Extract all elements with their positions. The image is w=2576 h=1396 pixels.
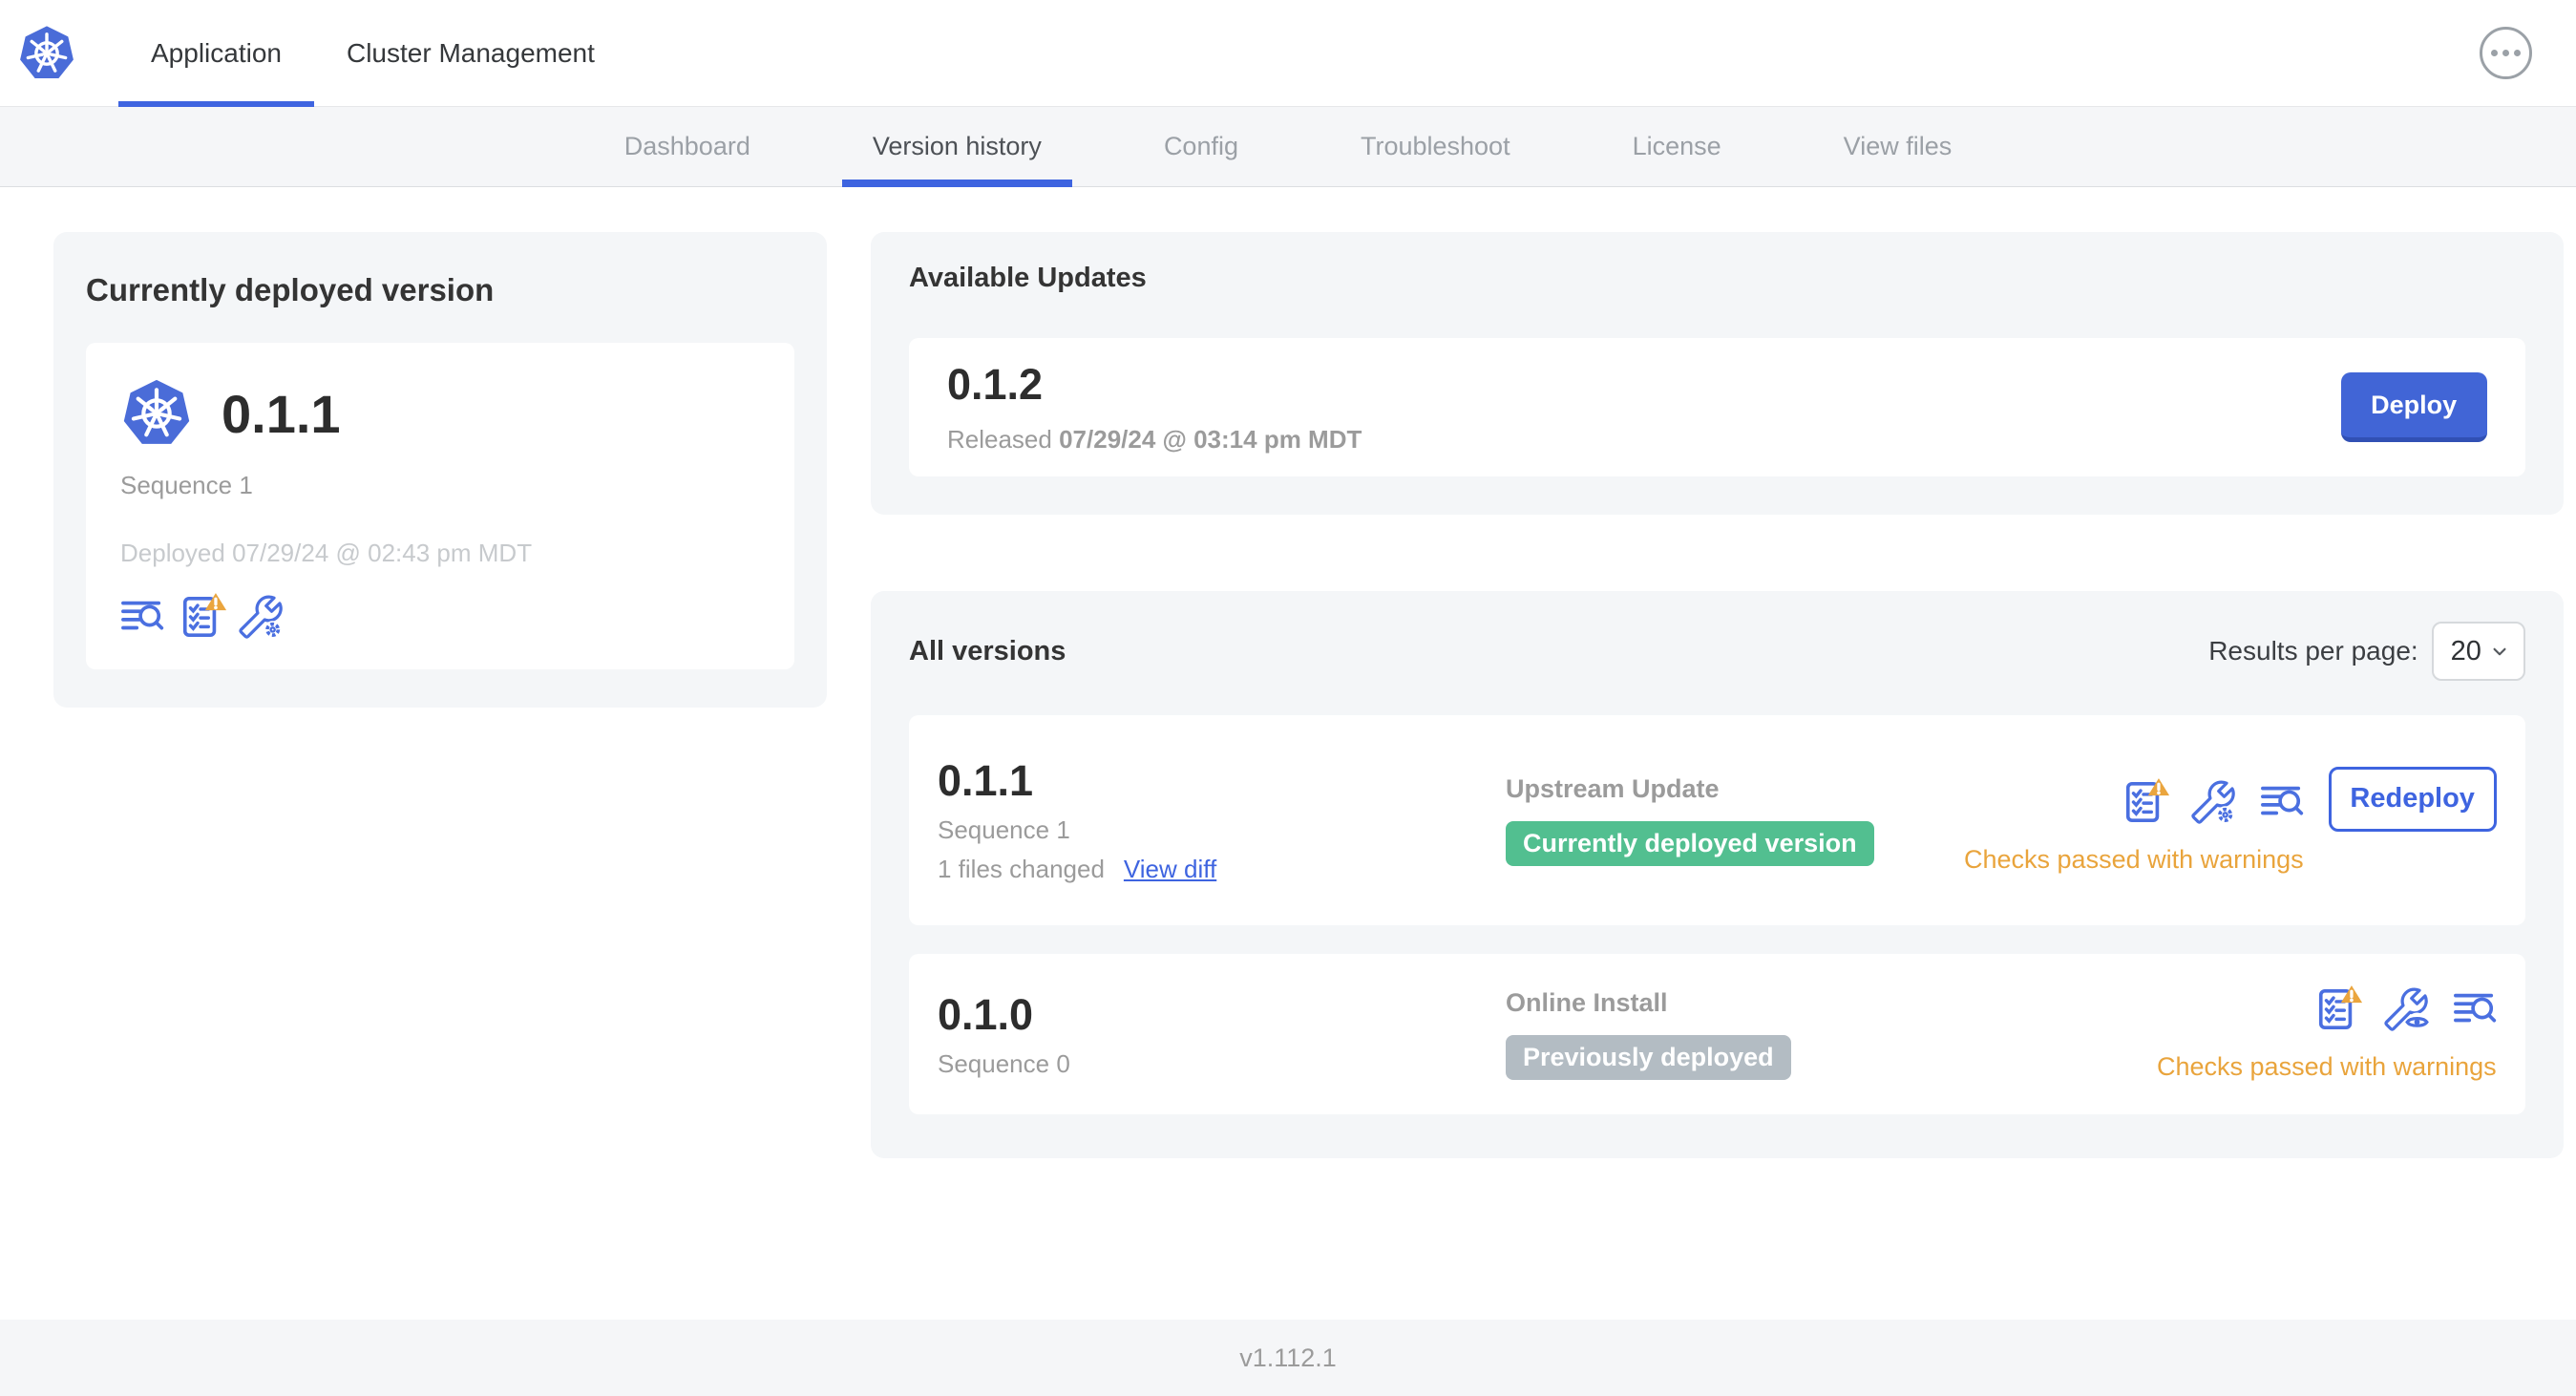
subnav-tab-dashboard[interactable]: Dashboard	[594, 107, 781, 186]
all-versions-title: All versions	[909, 635, 1066, 666]
subnav-tab-troubleshoot[interactable]: Troubleshoot	[1330, 107, 1541, 186]
status-badge-previously-deployed: Previously deployed	[1506, 1035, 1791, 1080]
currently-deployed-version-panel: 0.1.1 Sequence 1 Deployed 07/29/24 @ 02:…	[86, 343, 794, 669]
deploy-logs-icon[interactable]	[2453, 987, 2497, 1031]
current-version-deployed-date: Deployed 07/29/24 @ 02:43 pm MDT	[120, 539, 533, 567]
current-version-sequence: Sequence 1	[120, 471, 253, 499]
preflight-checks-warning-icon[interactable]	[179, 591, 228, 639]
tab-application-label: Application	[151, 37, 282, 68]
checks-status-text: Checks passed with warnings	[2157, 1051, 2497, 1081]
row-source-label: Upstream Update	[1506, 774, 1720, 803]
version-row-0-1-0: 0.1.0 Sequence 0 Online Install Previous…	[909, 954, 2525, 1114]
row-files-changed: 1 files changed	[938, 855, 1105, 883]
kubernetes-app-icon	[120, 377, 193, 450]
tab-cluster-management[interactable]: Cluster Management	[314, 0, 627, 107]
ellipsis-menu-icon[interactable]	[2480, 27, 2532, 79]
update-released-date: Released 07/29/24 @ 03:14 pm MDT	[947, 425, 1362, 454]
current-version-number: 0.1.1	[222, 383, 341, 444]
subnav-tab-version-history[interactable]: Version history	[841, 107, 1073, 187]
deploy-logs-icon[interactable]	[120, 595, 164, 639]
available-update-row: 0.1.2 Released 07/29/24 @ 03:14 pm MDT D…	[909, 338, 2525, 476]
view-config-icon[interactable]	[2384, 987, 2428, 1031]
available-updates-card: Available Updates 0.1.2 Released 07/29/2…	[871, 232, 2564, 515]
all-versions-card: All versions Results per page: 20 0.1.1 …	[871, 591, 2564, 1158]
version-row-0-1-1: 0.1.1 Sequence 1 1 files changed View di…	[909, 715, 2525, 925]
tab-application[interactable]: Application	[118, 0, 314, 107]
redeploy-button[interactable]: Redeploy	[2328, 766, 2497, 832]
top-header: Application Cluster Management	[0, 0, 2576, 107]
edit-config-icon[interactable]	[2191, 780, 2235, 824]
main-content: Currently deployed version 0.1.1 Sequenc…	[0, 187, 2576, 1320]
kubernetes-logo	[18, 24, 75, 80]
subnav-tab-view-files[interactable]: View files	[1813, 107, 1983, 186]
row-version-number: 0.1.0	[938, 989, 1034, 1039]
results-per-page-label: Results per page:	[2208, 636, 2418, 666]
currently-deployed-card: Currently deployed version 0.1.1 Sequenc…	[53, 232, 827, 708]
row-source-label: Online Install	[1506, 988, 1668, 1017]
results-per-page-select[interactable]: 20	[2431, 622, 2525, 681]
preflight-checks-warning-icon[interactable]	[2122, 775, 2171, 824]
available-updates-title: Available Updates	[909, 263, 1147, 293]
currently-deployed-title: Currently deployed version	[86, 272, 495, 307]
row-version-number: 0.1.1	[938, 756, 1034, 805]
tab-cluster-management-label: Cluster Management	[346, 37, 595, 68]
row-sequence: Sequence 1	[938, 815, 1070, 844]
app-subnav: Dashboard Version history Config Trouble…	[0, 107, 2576, 187]
view-diff-link[interactable]: View diff	[1124, 855, 1216, 884]
deploy-button[interactable]: Deploy	[2340, 372, 2487, 442]
subnav-tab-license[interactable]: License	[1602, 107, 1752, 186]
app-footer: v1.112.1	[0, 1320, 2576, 1396]
checks-status-text: Checks passed with warnings	[1964, 844, 2304, 874]
update-version-number: 0.1.2	[947, 360, 1044, 409]
deploy-logs-icon[interactable]	[2260, 780, 2304, 824]
console-version: v1.112.1	[1239, 1343, 1337, 1372]
chevron-down-icon	[2493, 647, 2506, 656]
status-badge-currently-deployed: Currently deployed version	[1506, 821, 1874, 866]
row-sequence: Sequence 0	[938, 1048, 1070, 1078]
preflight-checks-warning-icon[interactable]	[2315, 983, 2364, 1031]
subnav-tab-config[interactable]: Config	[1133, 107, 1269, 186]
edit-config-icon[interactable]	[239, 595, 283, 639]
